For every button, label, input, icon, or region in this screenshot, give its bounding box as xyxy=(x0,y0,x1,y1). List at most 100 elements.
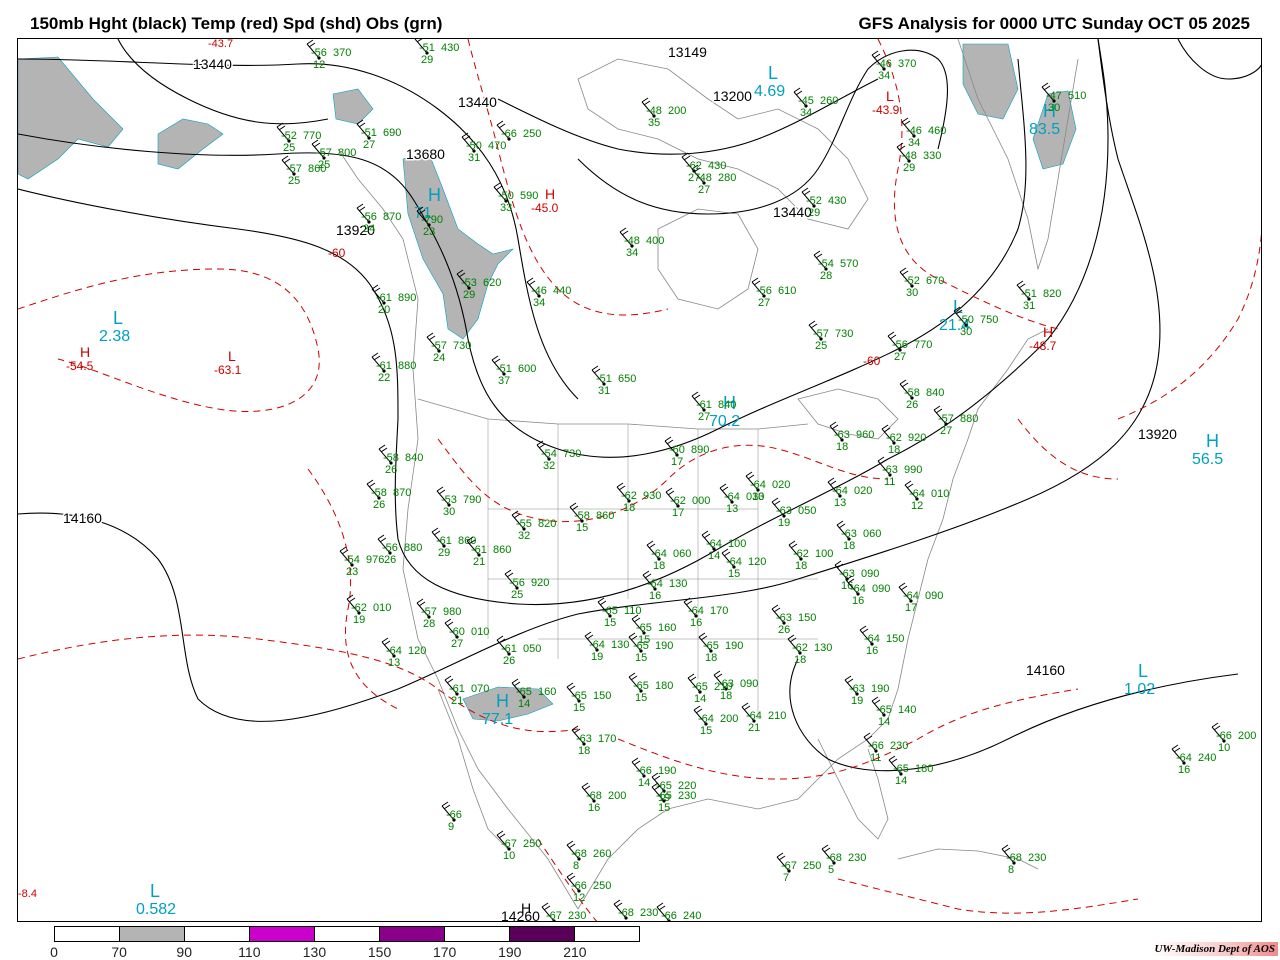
obs-temperature: -64 xyxy=(706,538,722,550)
obs-dewpoint-depression: 9 xyxy=(448,821,454,833)
station-plot: -65 110 15 xyxy=(597,597,642,629)
obs-dewpoint-depression: 15 xyxy=(700,725,712,737)
obs-height: 920 xyxy=(908,432,926,444)
obs-dewpoint-depression: 8 xyxy=(1008,864,1014,876)
station-plot: -51 820 31 xyxy=(1016,280,1061,312)
temp-contour-8 xyxy=(617,688,1079,780)
station-plot: -66 250 12 xyxy=(566,872,611,904)
legend-tick: 170 xyxy=(432,944,457,960)
obs-height: 150 xyxy=(593,690,611,702)
height-label: 13920 xyxy=(1138,426,1177,442)
obs-temperature: -56 xyxy=(892,339,908,351)
obs-temperature: -52 xyxy=(806,195,822,207)
obs-temperature: -65 xyxy=(602,605,618,617)
station-plot: -57 730 25 xyxy=(808,320,853,352)
analysis-time-title: GFS Analysis for 0000 UTC Sunday OCT 05 … xyxy=(858,14,1250,33)
obs-dewpoint-depression: 13 xyxy=(726,503,738,515)
obs-temperature: -56 xyxy=(509,577,525,589)
station-plot: -66 230 11 xyxy=(863,732,908,764)
obs-temperature: -68 xyxy=(1006,852,1022,864)
obs-dewpoint-depression: 10 xyxy=(1218,742,1230,754)
obs-height: 100 xyxy=(728,538,746,550)
center-letter-l: L xyxy=(768,63,778,83)
obs-dewpoint-depression: 16 xyxy=(852,595,864,607)
station-plot: -68 200 16 xyxy=(581,782,626,814)
obs-temperature: -50 xyxy=(498,190,514,202)
obs-temperature: -48 xyxy=(646,105,662,117)
obs-dewpoint-depression: 26 xyxy=(373,499,385,511)
station-plot: -62 000 17 xyxy=(665,487,710,519)
station-plot: -64 170 16 xyxy=(683,597,728,629)
obs-temperature: -68 xyxy=(618,907,634,919)
obs-height: 060 xyxy=(863,528,881,540)
obs-temperature: -65 xyxy=(516,686,532,698)
obs-temperature: -51 xyxy=(1021,288,1037,300)
obs-temperature: -57 xyxy=(813,328,829,340)
obs-dewpoint-depression: 15 xyxy=(728,568,740,580)
obs-dewpoint-depression: 28 xyxy=(423,618,435,630)
obs-height: 840 xyxy=(405,452,423,464)
obs-temperature: -54 xyxy=(344,554,360,566)
obs-height: 650 xyxy=(618,373,636,385)
station-plot: -64 020 13 xyxy=(827,477,872,509)
station-plot: -45 260 34 xyxy=(793,87,838,119)
obs-temperature: -67 xyxy=(546,910,562,922)
temp-contour-7 xyxy=(1117,233,1261,420)
obs-height: 120 xyxy=(748,556,766,568)
obs-height: 880 xyxy=(398,360,416,372)
obs-dewpoint-depression: 16 xyxy=(588,802,600,814)
obs-temperature: -62 xyxy=(886,432,902,444)
station-plot: -68 230 xyxy=(613,899,658,920)
center-value: -63.1 xyxy=(214,363,242,377)
obs-height: 200 xyxy=(1238,730,1256,742)
obs-dewpoint-depression: 27 xyxy=(698,184,710,196)
obs-height: 190 xyxy=(725,640,743,652)
obs-height: 070 xyxy=(471,683,489,695)
obs-temperature: -46 xyxy=(876,58,892,70)
obs-temperature: -64 xyxy=(386,645,402,657)
obs-dewpoint-depression: 21 xyxy=(473,556,485,568)
obs-height: 180 xyxy=(655,680,673,692)
station-plot: -56 920 25 xyxy=(504,569,549,601)
station-plot: -54 976 23 xyxy=(339,546,384,578)
obs-dewpoint-depression: 14 xyxy=(694,693,706,705)
center-value: -43.9 xyxy=(872,103,900,117)
station-plot: -56 880 26 xyxy=(377,534,422,566)
station-plot: -64 010 12 xyxy=(904,480,949,512)
station-plot: -66 200 10 xyxy=(1211,722,1256,754)
obs-temperature: -66 xyxy=(636,765,652,777)
obs-dewpoint-depression: 32 xyxy=(543,460,555,472)
obs-dewpoint-depression: 17 xyxy=(671,456,683,468)
obs-dewpoint-depression: 15 xyxy=(573,702,585,714)
obs-dewpoint-depression: 15 xyxy=(658,802,670,814)
legend-tick: 110 xyxy=(238,944,261,960)
obs-dewpoint-depression: 18 xyxy=(705,652,717,664)
obs-height: 250 xyxy=(523,128,541,140)
obs-height: 880 xyxy=(404,542,422,554)
center-letter-l: L xyxy=(886,88,894,104)
obs-height: 210 xyxy=(714,681,732,693)
legend-tick: 190 xyxy=(498,944,522,960)
obs-dewpoint-depression: 16 xyxy=(690,617,702,629)
station-plot: -65 190 15 xyxy=(628,632,673,664)
legend-swatch xyxy=(445,927,510,941)
obs-height: 090 xyxy=(872,583,890,595)
obs-temperature: -62 xyxy=(686,160,702,172)
station-plot: -64 130 19 xyxy=(584,631,629,663)
obs-dewpoint-depression: 27 xyxy=(894,351,906,363)
obs-dewpoint-depression: 30 xyxy=(443,506,455,518)
center-value: 0.582 xyxy=(136,901,176,918)
obs-height: 090 xyxy=(740,678,758,690)
obs-temperature: -64 xyxy=(903,590,919,602)
obs-temperature: -63 xyxy=(776,505,792,517)
obs-temperature: -64 xyxy=(688,605,704,617)
legend-tick: 0 xyxy=(50,944,58,960)
obs-dewpoint-depression: 16 xyxy=(866,645,878,657)
obs-height: 240 xyxy=(1198,752,1216,764)
obs-dewpoint-depression: 10 xyxy=(503,850,515,862)
credit-label: UW-Madison Dept of AOS xyxy=(1151,942,1278,956)
obs-height: 770 xyxy=(303,130,321,142)
station-plot: -66 240 xyxy=(656,902,701,921)
obs-height: 870 xyxy=(393,487,411,499)
obs-dewpoint-depression: 24 xyxy=(363,223,375,235)
